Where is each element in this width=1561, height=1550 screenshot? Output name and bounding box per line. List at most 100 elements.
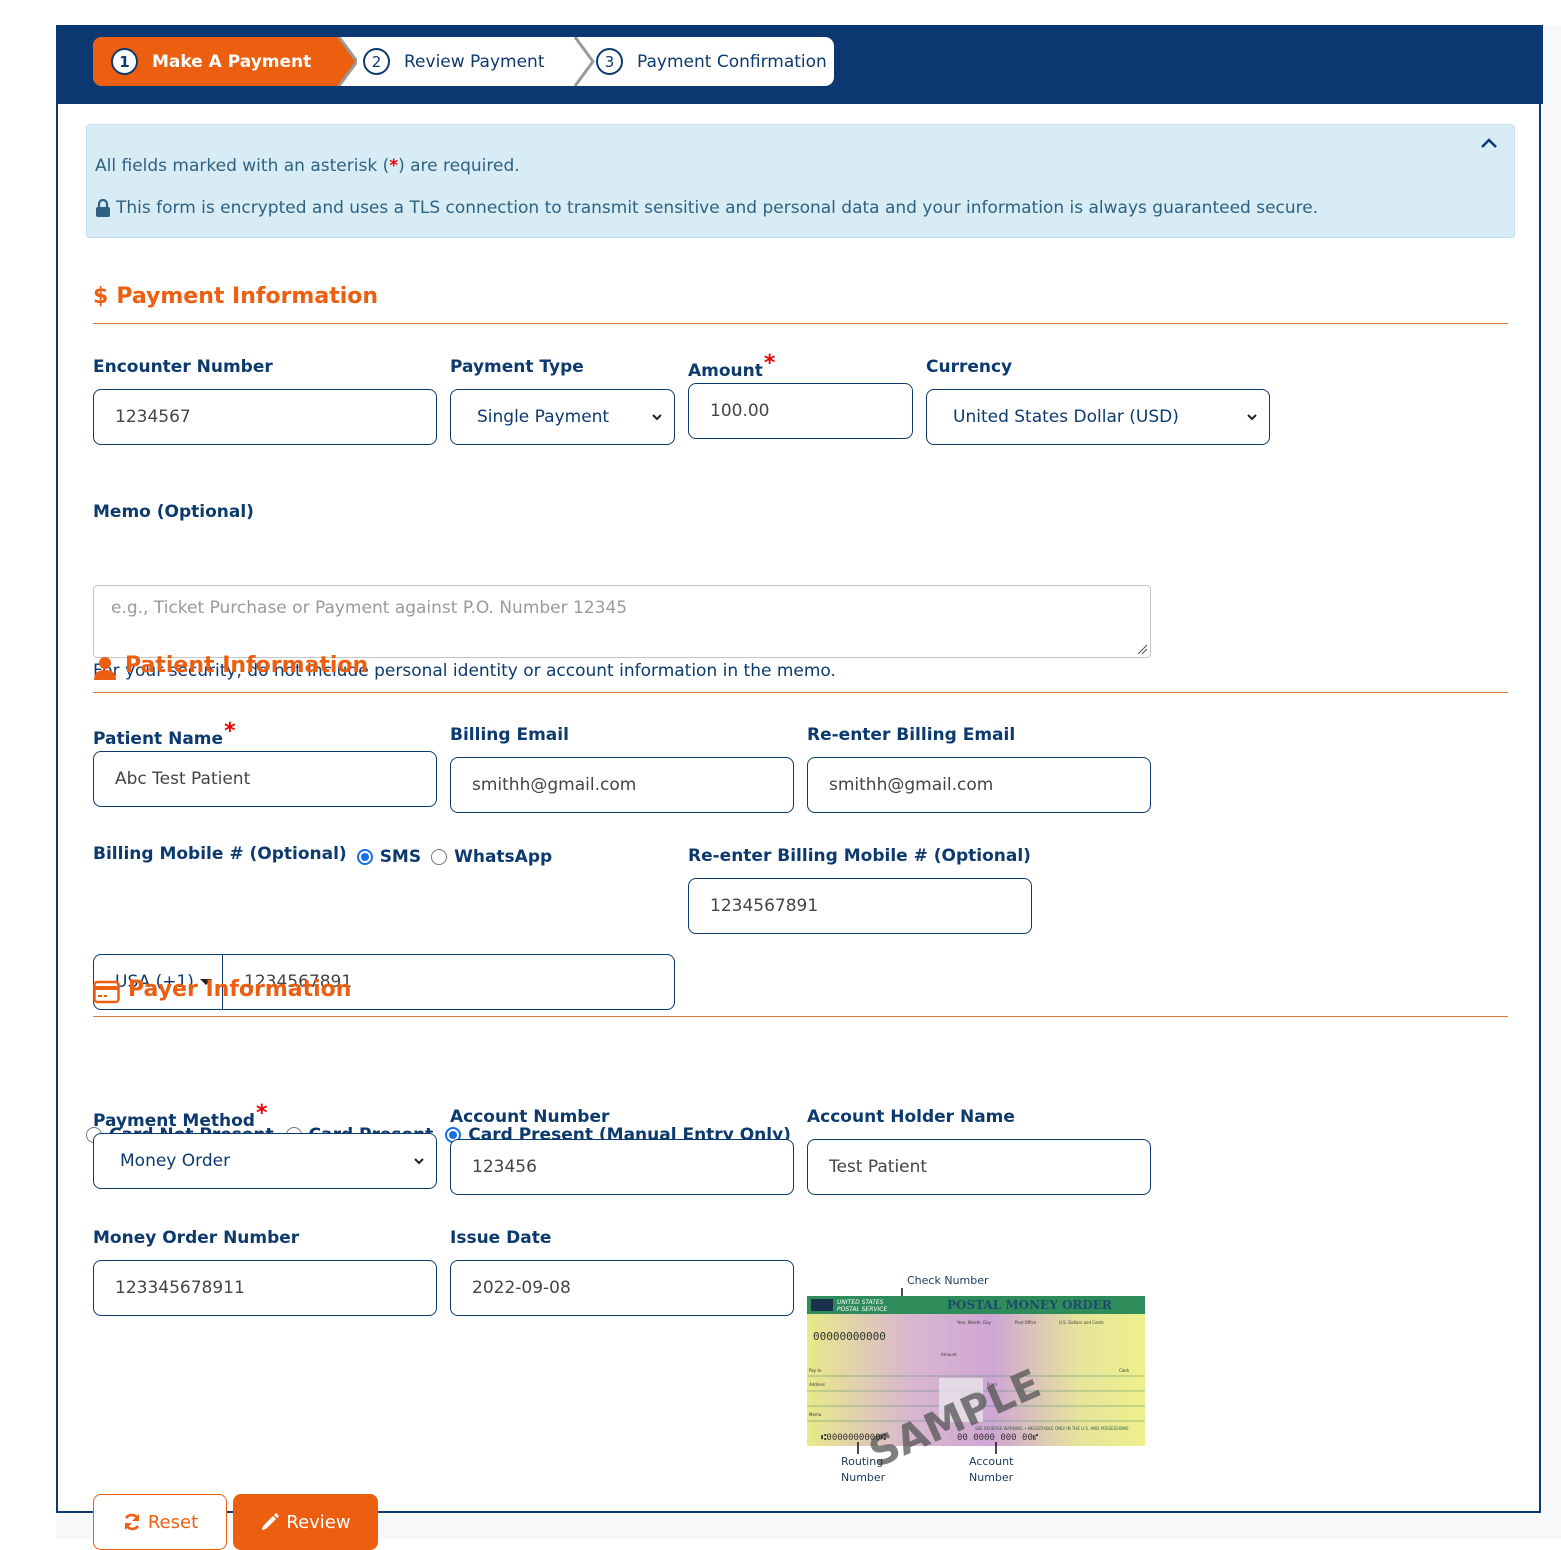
required-notice: All fields marked with an asterisk (*) a… — [95, 156, 520, 176]
step-label: Review Payment — [404, 51, 545, 72]
money-order-number-field: Money Order Number 123345678911 — [93, 1228, 437, 1316]
section-payer-information: Payer Information — [93, 977, 1508, 1017]
step-arrow-icon — [573, 37, 595, 86]
lock-icon — [96, 199, 110, 217]
check-number-label: Check Number — [907, 1274, 989, 1287]
section-title: Patient Information — [125, 653, 369, 678]
field-label: Money Order Number — [93, 1228, 300, 1248]
required-asterisk: * — [255, 1101, 268, 1126]
encounter-number-input[interactable]: 1234567 — [93, 389, 437, 445]
input-value: 123456 — [472, 1157, 537, 1177]
field-label: Encounter Number — [93, 357, 273, 377]
step-label: Make A Payment — [152, 51, 312, 72]
input-value: 1234567 — [115, 407, 191, 427]
billing-email-input[interactable]: smithh@gmail.com — [450, 757, 794, 813]
issue-date-input[interactable]: 2022-09-08 — [450, 1260, 794, 1316]
radio-label: SMS — [379, 847, 422, 867]
chevron-down-icon — [414, 1158, 424, 1165]
user-icon — [94, 657, 116, 680]
select-value: Single Payment — [477, 407, 610, 427]
security-text: This form is encrypted and uses a TLS co… — [116, 198, 1319, 218]
chevron-up-icon[interactable] — [1478, 133, 1500, 155]
billing-email-field: Billing Email smithh@gmail.com — [450, 725, 794, 813]
money-order-title: POSTAL MONEY ORDER — [947, 1298, 1113, 1312]
required-asterisk: * — [389, 156, 399, 176]
input-value: Abc Test Patient — [115, 769, 251, 789]
chevron-down-icon — [1247, 414, 1257, 421]
billing-mobile-label-row: Billing Mobile # (Optional) SMS WhatsApp — [93, 844, 552, 870]
step-review-payment[interactable]: 2 Review Payment — [363, 37, 544, 86]
section-title: Payer Information — [128, 977, 352, 1002]
account-holder-name-input[interactable]: Test Patient — [807, 1139, 1151, 1195]
credit-card-icon — [93, 980, 120, 1004]
amount-input[interactable]: 100.00 — [688, 383, 913, 439]
sms-radio[interactable] — [356, 849, 373, 865]
payment-method-select[interactable]: Money Order — [93, 1133, 437, 1189]
step-label: Payment Confirmation — [637, 51, 827, 72]
amount-field: Amount* 100.00 — [688, 351, 913, 439]
field-label-text: Amount — [688, 361, 763, 381]
issue-date-field: Issue Date 2022-09-08 — [450, 1228, 794, 1316]
routing-digits: ⑆0000000000⑆ — [821, 1433, 887, 1443]
whatsapp-radio[interactable] — [431, 849, 448, 865]
routing-label-line-2: Number — [841, 1471, 886, 1484]
required-notice-suffix: ) are required. — [398, 156, 520, 176]
whatsapp-option[interactable]: WhatsApp — [431, 847, 552, 867]
sms-option[interactable]: SMS — [356, 847, 422, 867]
payment-method-field: Payment Method* Money Order — [93, 1101, 437, 1189]
money-order-number-input[interactable]: 123345678911 — [93, 1260, 437, 1316]
refresh-icon — [124, 1513, 140, 1531]
reenter-billing-email-input[interactable]: smithh@gmail.com — [807, 757, 1151, 813]
payment-form-container: 1 Make A Payment 2 Review Payment 3 Paym… — [56, 25, 1543, 1550]
info-alert: All fields marked with an asterisk (*) a… — [86, 124, 1515, 238]
reset-button[interactable]: Reset — [93, 1494, 227, 1550]
input-value: 1234567891 — [710, 896, 819, 916]
header-bar: 1 Make A Payment 2 Review Payment 3 Paym… — [58, 25, 1543, 104]
serial-number: 00000000000 — [813, 1330, 886, 1343]
field-label: Billing Mobile # (Optional) — [93, 844, 347, 864]
reenter-billing-email-field: Re-enter Billing Email smithh@gmail.com — [807, 725, 1151, 813]
field-label: Re-enter Billing Mobile # (Optional) — [688, 846, 1031, 866]
field-label-text: Patient Name — [93, 729, 224, 749]
field-label-text: Payment Method — [93, 1111, 255, 1131]
payment-type-select[interactable]: Single Payment — [450, 389, 675, 445]
memo-placeholder: e.g., Ticket Purchase or Payment against… — [111, 598, 628, 618]
select-value: Money Order — [120, 1151, 231, 1171]
currency-select[interactable]: United States Dollar (USD) — [926, 389, 1270, 445]
field-label: Account Holder Name — [807, 1107, 1015, 1127]
input-value: smithh@gmail.com — [829, 775, 994, 795]
step-number: 1 — [111, 48, 138, 75]
patient-name-field: Patient Name* Abc Test Patient — [93, 719, 437, 807]
address-label: Address — [809, 1382, 825, 1387]
field-label: Amount* — [688, 351, 913, 383]
review-button[interactable]: Review — [233, 1494, 378, 1550]
usps-eagle-logo — [811, 1299, 833, 1311]
clerk-label: Clerk — [1119, 1368, 1130, 1373]
button-label: Review — [286, 1511, 351, 1533]
step-make-payment[interactable]: 1 Make A Payment — [93, 37, 331, 86]
input-value: 123345678911 — [115, 1278, 245, 1298]
amount-field-label: Amount — [941, 1352, 957, 1357]
section-title: Payment Information — [116, 284, 379, 309]
step-number: 2 — [363, 48, 390, 75]
step-payment-confirmation[interactable]: 3 Payment Confirmation — [596, 37, 827, 86]
section-payment-information: $ Payment Information — [93, 284, 1508, 324]
field-label: Currency — [926, 357, 1013, 377]
routing-label-line-1: Routing — [841, 1455, 883, 1468]
memo-textarea[interactable]: e.g., Ticket Purchase or Payment against… — [93, 585, 1151, 658]
input-value: smithh@gmail.com — [472, 775, 637, 795]
agency-line-1: UNITED STATES — [837, 1299, 884, 1306]
memo-label: Memo (Optional) — [93, 502, 254, 522]
page-gutter-right — [1543, 25, 1561, 1539]
section-patient-information: Patient Information — [93, 653, 1508, 693]
button-label: Reset — [147, 1511, 199, 1533]
required-asterisk: * — [224, 719, 236, 744]
reenter-billing-mobile-input[interactable]: 1234567891 — [688, 878, 1032, 934]
encounter-number-field: Encounter Number 1234567 — [93, 357, 437, 445]
patient-name-input[interactable]: Abc Test Patient — [93, 751, 437, 807]
field-label: Account Number — [450, 1107, 610, 1127]
field-label: Re-enter Billing Email — [807, 725, 1016, 745]
account-number-input[interactable]: 123456 — [450, 1139, 794, 1195]
radio-label: WhatsApp — [454, 847, 553, 867]
sample-money-order-image: Check Number UNITED STATES POSTAL SERVIC… — [807, 1274, 1145, 1484]
